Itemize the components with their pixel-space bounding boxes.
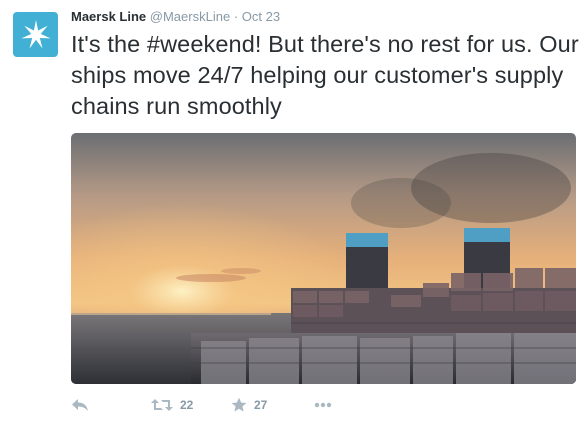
retweet-button[interactable]: 22	[151, 394, 193, 416]
separator-dot: ·	[233, 9, 239, 24]
tweet-timestamp[interactable]: Oct 23	[242, 9, 280, 24]
more-button[interactable]	[314, 394, 332, 416]
tweet-text: It's the #weekend! But there's no rest f…	[71, 29, 581, 122]
tweet: Maersk Line @MaerskLine · Oct 23 It's th…	[0, 0, 587, 425]
maersk-star-logo	[20, 19, 51, 49]
tweet-header: Maersk Line @MaerskLine · Oct 23	[71, 9, 280, 25]
avatar[interactable]	[13, 12, 58, 57]
author-handle[interactable]: @MaerskLine	[150, 9, 230, 24]
more-icon	[314, 402, 332, 408]
star-icon	[231, 397, 247, 412]
retweet-count: 22	[180, 398, 194, 412]
reply-button[interactable]	[71, 394, 89, 416]
container-ship-sunset-image	[71, 133, 576, 384]
hashtag-link[interactable]: #weekend	[147, 31, 255, 57]
tweet-photo[interactable]	[71, 133, 576, 384]
tweet-text-start: It's the	[71, 31, 147, 57]
reply-icon	[72, 399, 88, 411]
favorite-count: 27	[254, 398, 268, 412]
author-name[interactable]: Maersk Line	[71, 9, 146, 24]
retweet-icon	[151, 399, 173, 411]
favorite-button[interactable]: 27	[231, 394, 267, 416]
tweet-actions: 22 27	[71, 394, 511, 416]
